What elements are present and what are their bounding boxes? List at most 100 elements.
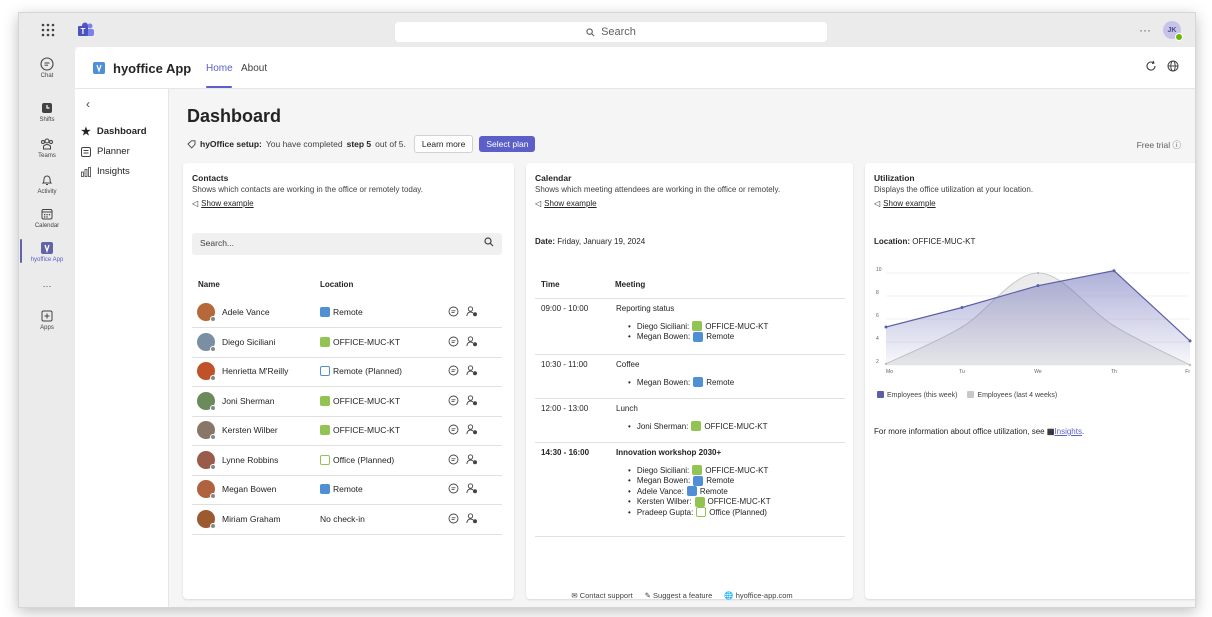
rail-chat-label: Chat [40, 73, 54, 79]
rail-calendar[interactable]: Calendar [19, 207, 75, 229]
column-header-location: Location [320, 280, 354, 289]
chat-icon[interactable] [448, 424, 459, 435]
legend-last-4-weeks[interactable]: Employees (last 4 weeks) [967, 391, 1057, 399]
rail-apps[interactable]: Apps [19, 309, 75, 331]
search-placeholder: Search... [200, 238, 235, 248]
attendee-item: Diego Siciliani: OFFICE-MUC-KT [628, 465, 768, 475]
avatar[interactable] [197, 303, 216, 322]
avatar[interactable] [197, 391, 216, 411]
user-avatar[interactable]: JK [1163, 21, 1183, 41]
person-settings-icon[interactable] [466, 394, 478, 406]
website-link[interactable]: 🌐 hyoffice-app.com [724, 591, 792, 600]
more-options-icon[interactable]: ··· [1139, 23, 1151, 37]
contact-actions [448, 335, 478, 347]
calendar-subtitle: Shows which meeting attendees are workin… [535, 185, 781, 194]
utilization-show-example-link[interactable]: ◁ Show example [874, 199, 936, 208]
tab-about[interactable]: About [241, 63, 267, 74]
avatar[interactable] [197, 362, 216, 381]
header-actions [1145, 60, 1179, 72]
data-point [1112, 324, 1116, 328]
contacts-show-example-link[interactable]: ◁ Show example [192, 199, 254, 208]
table-row[interactable]: Miriam Graham No check-in [192, 505, 502, 535]
contact-support-link[interactable]: ✉ Contact support [571, 591, 632, 600]
rail-activity[interactable]: Activity [19, 173, 75, 195]
attendee-location: Remote [706, 377, 735, 387]
contact-name: Lynne Robbins [222, 454, 279, 465]
rail-hyoffice-app[interactable]: hyoffice App [19, 241, 75, 263]
title-bar: T Search ··· JK [19, 13, 1195, 47]
rail-shifts[interactable]: Shifts [19, 101, 75, 123]
global-search-input[interactable]: Search [395, 22, 827, 42]
collapse-chevron-icon[interactable]: ‹ [86, 97, 90, 111]
person-settings-icon[interactable] [466, 453, 478, 465]
avatar[interactable] [197, 480, 216, 499]
location-label: Office (Planned) [333, 454, 395, 465]
location-label: No check-in [320, 513, 365, 524]
insights-link[interactable]: Insights [1054, 427, 1082, 436]
person-settings-icon[interactable] [466, 306, 478, 317]
app-launcher-icon[interactable] [39, 21, 57, 39]
bar-chart-icon [81, 166, 91, 177]
column-header-name: Name [198, 280, 220, 289]
presence-icon [210, 345, 216, 352]
data-point [960, 306, 964, 309]
avatar[interactable] [197, 421, 216, 440]
calendar-show-example-link[interactable]: ◁ Show example [535, 199, 597, 208]
person-settings-icon[interactable] [466, 424, 478, 435]
person-settings-icon[interactable] [466, 365, 478, 376]
contacts-search-input[interactable]: Search... [192, 233, 502, 255]
table-row[interactable]: Henrietta M'Reilly Remote (Planned) [192, 357, 502, 387]
tab-home[interactable]: Home [206, 63, 233, 74]
y-tick-label: 6 [876, 313, 879, 319]
meeting-time: 12:00 - 13:00 [541, 404, 589, 413]
table-row[interactable]: Diego Siciliani OFFICE-MUC-KT [192, 328, 502, 358]
meeting-row[interactable]: 14:30 - 16:00 Innovation workshop 2030+ Di… [535, 442, 845, 536]
table-row[interactable]: Kersten Wilber OFFICE-MUC-KT [192, 416, 502, 446]
person-settings-icon[interactable] [466, 512, 478, 524]
contact-name: Megan Bowen [222, 484, 277, 494]
chat-icon[interactable] [448, 306, 459, 317]
table-row[interactable]: Megan Bowen Remote [192, 475, 502, 505]
rail-chat[interactable]: Chat [19, 57, 75, 79]
chat-icon[interactable] [448, 513, 459, 524]
person-settings-icon[interactable] [466, 335, 478, 347]
table-row[interactable]: Lynne Robbins Office (Planned) [192, 446, 502, 476]
more-apps-icon[interactable]: ··· [19, 281, 75, 291]
rail-teams[interactable]: Teams [19, 137, 75, 159]
nav-item-dashboard[interactable]: ★ Dashboard [81, 125, 147, 138]
free-trial-badge[interactable]: Free trial ⓘ [1137, 139, 1181, 151]
legend-this-week[interactable]: Employees (this week) [877, 391, 957, 399]
star-icon: ★ [81, 126, 91, 138]
meeting-row[interactable]: 12:00 - 13:00 Lunch Joni Sherman: OFFICE-MU… [535, 398, 845, 442]
legend-swatch [877, 391, 884, 398]
rail-apps-label: Apps [40, 325, 54, 331]
select-plan-button[interactable]: Select plan [479, 136, 536, 152]
suggest-feature-link[interactable]: ✎ Suggest a feature [645, 591, 713, 600]
avatar[interactable] [197, 450, 216, 470]
chat-icon[interactable] [448, 454, 459, 465]
learn-more-button[interactable]: Learn more [413, 135, 474, 153]
period: . [1081, 427, 1085, 436]
chat-icon[interactable] [448, 395, 459, 406]
nav-item-planner[interactable]: Planner [81, 146, 130, 157]
avatar[interactable] [197, 509, 216, 529]
refresh-icon[interactable] [1145, 60, 1157, 72]
table-row[interactable]: Adele Vance Remote [192, 298, 502, 328]
chat-icon[interactable] [448, 365, 459, 376]
teams-logo-icon: T [78, 22, 94, 36]
table-row[interactable]: Joni Sherman OFFICE-MUC-KT [192, 387, 502, 417]
globe-icon[interactable] [1167, 60, 1179, 72]
attendee-location: OFFICE-MUC-KT [707, 497, 771, 506]
contact-actions [448, 306, 478, 317]
shifts-icon [42, 103, 52, 113]
nav-item-insights[interactable]: Insights [81, 166, 130, 177]
meeting-row[interactable]: 09:00 - 10:00 Reporting status Diego Sicil… [535, 298, 845, 354]
chat-icon[interactable] [448, 483, 459, 494]
meeting-row[interactable]: 10:30 - 11:00 Coffee Megan Bowen: Remote [535, 354, 845, 398]
avatar[interactable] [197, 332, 216, 352]
x-tick-label: Mo [886, 369, 893, 375]
person-settings-icon[interactable] [466, 483, 478, 494]
chat-icon[interactable] [448, 336, 459, 347]
footer-site-label: hyoffice-app.com [735, 591, 793, 600]
contact-location: OFFICE-MUC-KT [320, 425, 400, 435]
